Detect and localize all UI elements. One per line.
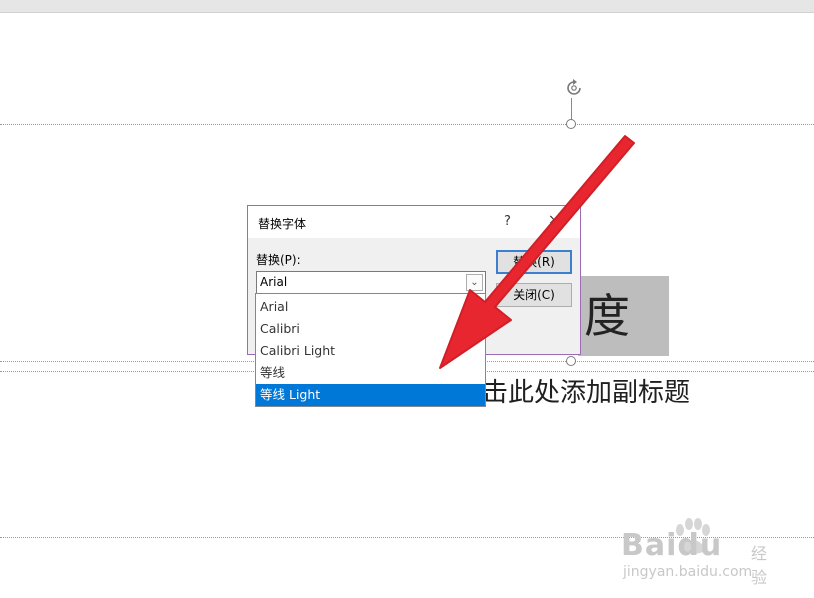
font-dropdown-list: Arial Calibri Calibri Light 等线 等线 Light bbox=[255, 293, 486, 407]
replace-button[interactable]: 替换(R) bbox=[496, 250, 572, 274]
rotate-handle-icon[interactable] bbox=[562, 76, 586, 100]
combo-value: Arial bbox=[260, 275, 288, 289]
chevron-down-icon[interactable]: ⌄ bbox=[466, 274, 483, 291]
rotate-handle-stem bbox=[571, 98, 572, 120]
replace-label: 替换(P): bbox=[256, 253, 301, 267]
watermark-brand: Baidu bbox=[621, 528, 723, 563]
font-option-dengxian-light[interactable]: 等线 Light bbox=[256, 384, 485, 406]
resize-handle-top[interactable] bbox=[566, 119, 576, 129]
font-option-calibri[interactable]: Calibri bbox=[256, 318, 485, 340]
placeholder-border-top bbox=[0, 124, 814, 125]
watermark-url: jingyan.baidu.com bbox=[623, 564, 753, 580]
dialog-title: 替换字体 bbox=[258, 217, 307, 231]
font-option-dengxian[interactable]: 等线 bbox=[256, 362, 485, 384]
baidu-jingyan-watermark: Baidu 经验 jingyan.baidu.com bbox=[621, 518, 771, 587]
help-icon[interactable]: ? bbox=[504, 214, 511, 229]
slide-title-text[interactable]: 度 bbox=[584, 276, 630, 356]
resize-handle-bottom[interactable] bbox=[566, 356, 576, 366]
close-button[interactable]: 关闭(C) bbox=[496, 283, 572, 307]
watermark-sub: 经验 bbox=[751, 544, 768, 587]
slide-subtitle-text[interactable]: 击此处添加副标题 bbox=[482, 372, 690, 409]
replace-font-combobox[interactable]: Arial ⌄ bbox=[256, 271, 486, 294]
editor-top-bar bbox=[0, 0, 814, 13]
dialog-title-bar: 替换字体 ? × bbox=[248, 206, 580, 238]
close-icon[interactable]: × bbox=[548, 212, 560, 228]
font-option-arial[interactable]: Arial bbox=[256, 296, 485, 318]
font-option-calibri-light[interactable]: Calibri Light bbox=[256, 340, 485, 362]
